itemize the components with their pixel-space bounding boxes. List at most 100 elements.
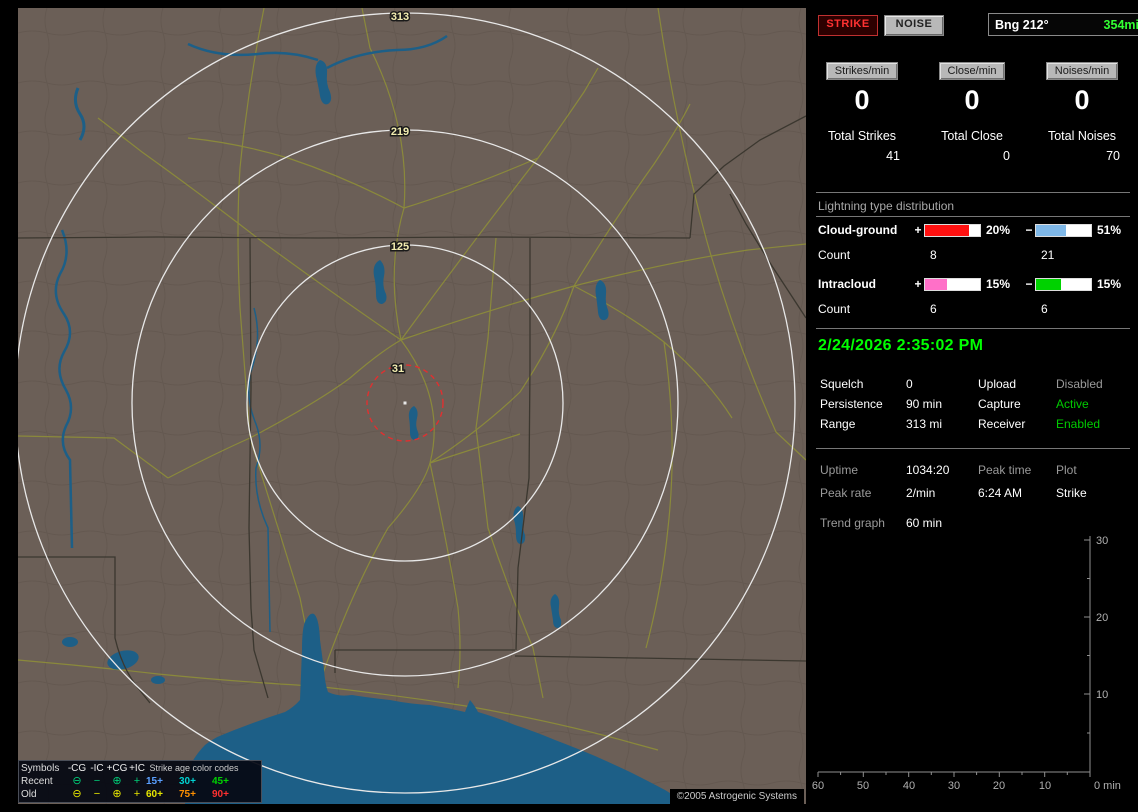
- pos-cg-icon: ⊕: [112, 775, 122, 787]
- ic-negative-pct: 15%: [1097, 277, 1122, 291]
- age-45: 45+: [212, 776, 229, 787]
- divider: [816, 192, 1130, 193]
- legend-col-pos-cg: +CG: [106, 763, 128, 774]
- uptime-label: Uptime: [820, 463, 859, 477]
- neg-ic-icon: −: [93, 788, 101, 800]
- map-canvas: 313 219 125 31: [18, 8, 806, 804]
- cg-positive-count: 8: [930, 248, 937, 262]
- minus-sign: −: [1025, 223, 1033, 237]
- app-window: 313 219 125 31 Symbols -CG -IC +CG +IC S…: [0, 0, 1138, 812]
- total-close-label: Total Close: [941, 129, 1003, 143]
- strikes-column: Strikes/min 0 Total Strikes 41: [810, 62, 914, 163]
- peak-time-label: Peak time: [978, 463, 1032, 477]
- total-strikes-value: 41: [886, 149, 900, 163]
- upload-status: Disabled: [1056, 377, 1103, 391]
- receiver-marker: [403, 401, 407, 405]
- intracloud-row: Intracloud + 15% − 15%: [818, 277, 1132, 291]
- count-label: Count: [818, 302, 851, 316]
- legend-recent-label: Recent: [21, 776, 53, 787]
- cloud-ground-row: Cloud-ground + 20% − 51%: [818, 223, 1132, 237]
- close-per-min-value: 0: [964, 85, 980, 115]
- peak-time-value: 6:24 AM: [978, 486, 1023, 500]
- strike-button[interactable]: STRIKE: [818, 15, 878, 36]
- cg-count-row: Count 8 21: [818, 248, 1132, 262]
- bearing-display: Bng 212° 354mi: [988, 13, 1138, 36]
- cg-negative-pct: 51%: [1097, 223, 1122, 237]
- origin-label: 0 min: [1094, 780, 1121, 792]
- peak-rate-label: Peak rate: [820, 486, 872, 500]
- uptime-value: 1034:20: [906, 463, 950, 477]
- age-15: 15+: [146, 776, 163, 787]
- ring-label-219: 219: [391, 126, 409, 138]
- y-label-20: 20: [1096, 612, 1108, 624]
- settings-row: Persistence 90 min Capture Active: [820, 394, 1136, 414]
- legend-old-label: Old: [21, 789, 37, 800]
- cg-positive-pct: 20%: [986, 223, 1011, 237]
- pos-ic-icon: +: [133, 788, 141, 800]
- legend-old-row: Old ⊖ − ⊕ + 60+ 75+ 90+: [21, 788, 259, 801]
- legend-age-header: Strike age color codes: [149, 763, 239, 773]
- persistence-value: 90 min: [906, 397, 943, 411]
- copyright-text: ©2005 Astrogenic Systems: [669, 789, 804, 804]
- plot-label: Plot: [1056, 463, 1077, 477]
- capture-label: Capture: [978, 397, 1021, 411]
- graph-labels: 30 20 10 60 50 40 30 20 10 0 min: [812, 535, 1121, 792]
- range-value: 313 mi: [906, 417, 943, 431]
- divider: [816, 216, 1130, 217]
- trend-graph: 30 20 10 60 50 40 30 20 10 0 min: [812, 535, 1121, 792]
- ic-positive-bar: [924, 277, 981, 291]
- persistence-label: Persistence: [820, 397, 883, 411]
- plus-sign: +: [914, 277, 922, 291]
- ic-negative-count: 6: [1041, 302, 1048, 316]
- total-noises-value: 70: [1106, 149, 1120, 163]
- ic-negative-bar: [1035, 277, 1092, 291]
- bearing-distance: 354mi: [1103, 17, 1138, 32]
- stats-row: Uptime 1034:20 Peak time Plot: [820, 460, 1136, 480]
- lightning-map[interactable]: 313 219 125 31 Symbols -CG -IC +CG +IC S…: [18, 8, 806, 804]
- age-90: 90+: [212, 789, 229, 800]
- strikes-per-min-value: 0: [854, 85, 870, 115]
- upload-label: Upload: [978, 377, 1017, 391]
- neg-cg-icon: ⊖: [72, 775, 82, 787]
- settings-row: Range 313 mi Receiver Enabled: [820, 414, 1136, 434]
- map-legend: Symbols -CG -IC +CG +IC Strike age color…: [18, 760, 262, 803]
- x-label-10: 10: [1039, 780, 1051, 792]
- receiver-label: Receiver: [978, 417, 1026, 431]
- divider: [816, 328, 1130, 329]
- ring-label-31: 31: [392, 363, 404, 375]
- total-close-value: 0: [1003, 149, 1010, 163]
- ring-label-313: 313: [391, 11, 409, 23]
- x-label-40: 40: [903, 780, 915, 792]
- plus-sign: +: [914, 223, 922, 237]
- pos-ic-icon: +: [133, 775, 141, 787]
- cg-negative-bar: [1035, 223, 1092, 237]
- legend-col-neg-ic: -IC: [90, 763, 104, 774]
- ic-positive-count: 6: [930, 302, 937, 316]
- status-panel: STRIKE NOISE Bng 212° 354mi Strikes/min …: [806, 0, 1138, 812]
- plot-value: Strike: [1056, 486, 1087, 500]
- noises-per-min-value: 0: [1074, 85, 1090, 115]
- stats-row: Peak rate 2/min 6:24 AM Strike: [820, 483, 1136, 503]
- bearing-label: Bng 212°: [995, 17, 1049, 32]
- x-label-50: 50: [857, 780, 869, 792]
- cloud-ground-label: Cloud-ground: [818, 223, 898, 237]
- settings-row: Squelch 0 Upload Disabled: [820, 374, 1136, 394]
- legend-col-neg-cg: -CG: [67, 763, 87, 774]
- x-label-30: 30: [948, 780, 960, 792]
- capture-status: Active: [1056, 397, 1089, 411]
- x-label-20: 20: [993, 780, 1005, 792]
- count-label: Count: [818, 248, 851, 262]
- graph-axes: [817, 536, 1091, 777]
- datetime-display: 2/24/2026 2:35:02 PM: [818, 337, 984, 354]
- strikes-per-min-label: Strikes/min: [825, 62, 899, 80]
- cg-positive-bar: [924, 223, 981, 237]
- legend-recent-row: Recent ⊖ − ⊕ + 15+ 30+ 45+: [21, 775, 259, 788]
- noise-button[interactable]: NOISE: [884, 15, 944, 36]
- close-column: Close/min 0 Total Close 0: [920, 62, 1024, 163]
- ic-count-row: Count 6 6: [818, 302, 1132, 316]
- close-per-min-label: Close/min: [938, 62, 1006, 80]
- ic-positive-pct: 15%: [986, 277, 1011, 291]
- legend-header-row: Symbols -CG -IC +CG +IC Strike age color…: [21, 762, 259, 775]
- age-75: 75+: [179, 789, 196, 800]
- receiver-status: Enabled: [1056, 417, 1101, 431]
